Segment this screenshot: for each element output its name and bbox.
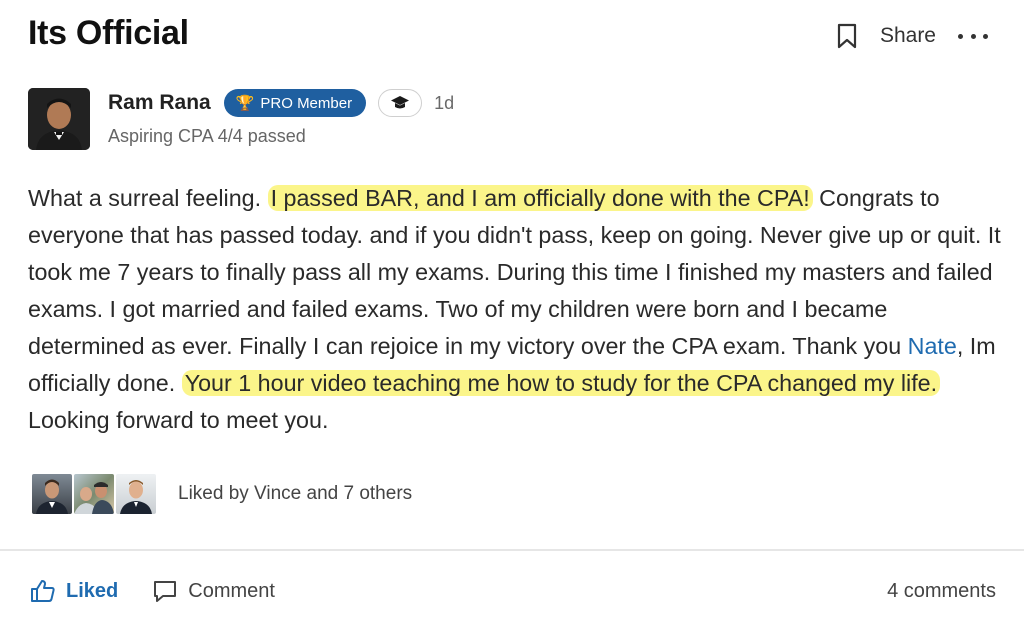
more-options-icon[interactable] bbox=[958, 26, 988, 46]
author-name[interactable]: Ram Rana bbox=[108, 91, 211, 115]
mention-link[interactable]: Nate bbox=[908, 333, 957, 359]
comment-label: Comment bbox=[188, 579, 275, 602]
top-actions: Share bbox=[836, 20, 988, 52]
post-time: 1d bbox=[434, 92, 455, 113]
divider bbox=[0, 549, 1024, 551]
action-bar: Liked Comment 4 comments bbox=[30, 574, 996, 608]
like-label: Liked bbox=[66, 579, 119, 602]
comment-icon bbox=[154, 581, 177, 602]
thumbs-up-icon bbox=[31, 580, 55, 602]
graduation-cap-icon bbox=[378, 89, 423, 117]
likes-row[interactable]: Liked by Vince and 7 others bbox=[30, 472, 412, 516]
post-title: Its Official bbox=[28, 14, 189, 52]
badge-label: PRO Member bbox=[260, 94, 353, 112]
body-text-2: Congrats to everyone that has passed tod… bbox=[28, 185, 1001, 359]
author-avatar[interactable] bbox=[28, 88, 90, 150]
share-button[interactable]: Share bbox=[880, 24, 936, 48]
pro-member-badge: 🏆 PRO Member bbox=[223, 89, 367, 117]
post-card: Its Official Share Ram Rana 🏆 PRO Member… bbox=[0, 0, 1024, 626]
comment-button[interactable]: Comment bbox=[152, 579, 275, 603]
liker-avatar bbox=[30, 472, 74, 516]
author-subtitle: Aspiring CPA 4/4 passed bbox=[108, 126, 306, 146]
highlighted-text-2: Your 1 hour video teaching me how to stu… bbox=[181, 370, 941, 396]
author-name-row: Ram Rana 🏆 PRO Member 1d bbox=[108, 88, 454, 118]
post-body: What a surreal feeling. I passed BAR, an… bbox=[28, 180, 1003, 439]
highlighted-text-1: I passed BAR, and I am officially done w… bbox=[267, 185, 813, 211]
bookmark-icon[interactable] bbox=[836, 22, 858, 50]
author-block: Ram Rana 🏆 PRO Member 1d Aspiring CPA 4/… bbox=[28, 88, 454, 150]
liker-avatar bbox=[72, 472, 116, 516]
body-text-4: Looking forward to meet you. bbox=[28, 407, 329, 433]
like-button[interactable]: Liked bbox=[30, 579, 118, 603]
trophy-icon: 🏆 bbox=[235, 95, 255, 112]
author-info: Ram Rana 🏆 PRO Member 1d Aspiring CPA 4/… bbox=[108, 88, 454, 150]
liker-avatar bbox=[114, 472, 158, 516]
likes-summary[interactable]: Liked by Vince and 7 others bbox=[178, 483, 412, 505]
body-text-1: What a surreal feeling. bbox=[28, 185, 268, 211]
liker-avatars bbox=[30, 472, 158, 516]
comments-count[interactable]: 4 comments bbox=[887, 580, 996, 603]
